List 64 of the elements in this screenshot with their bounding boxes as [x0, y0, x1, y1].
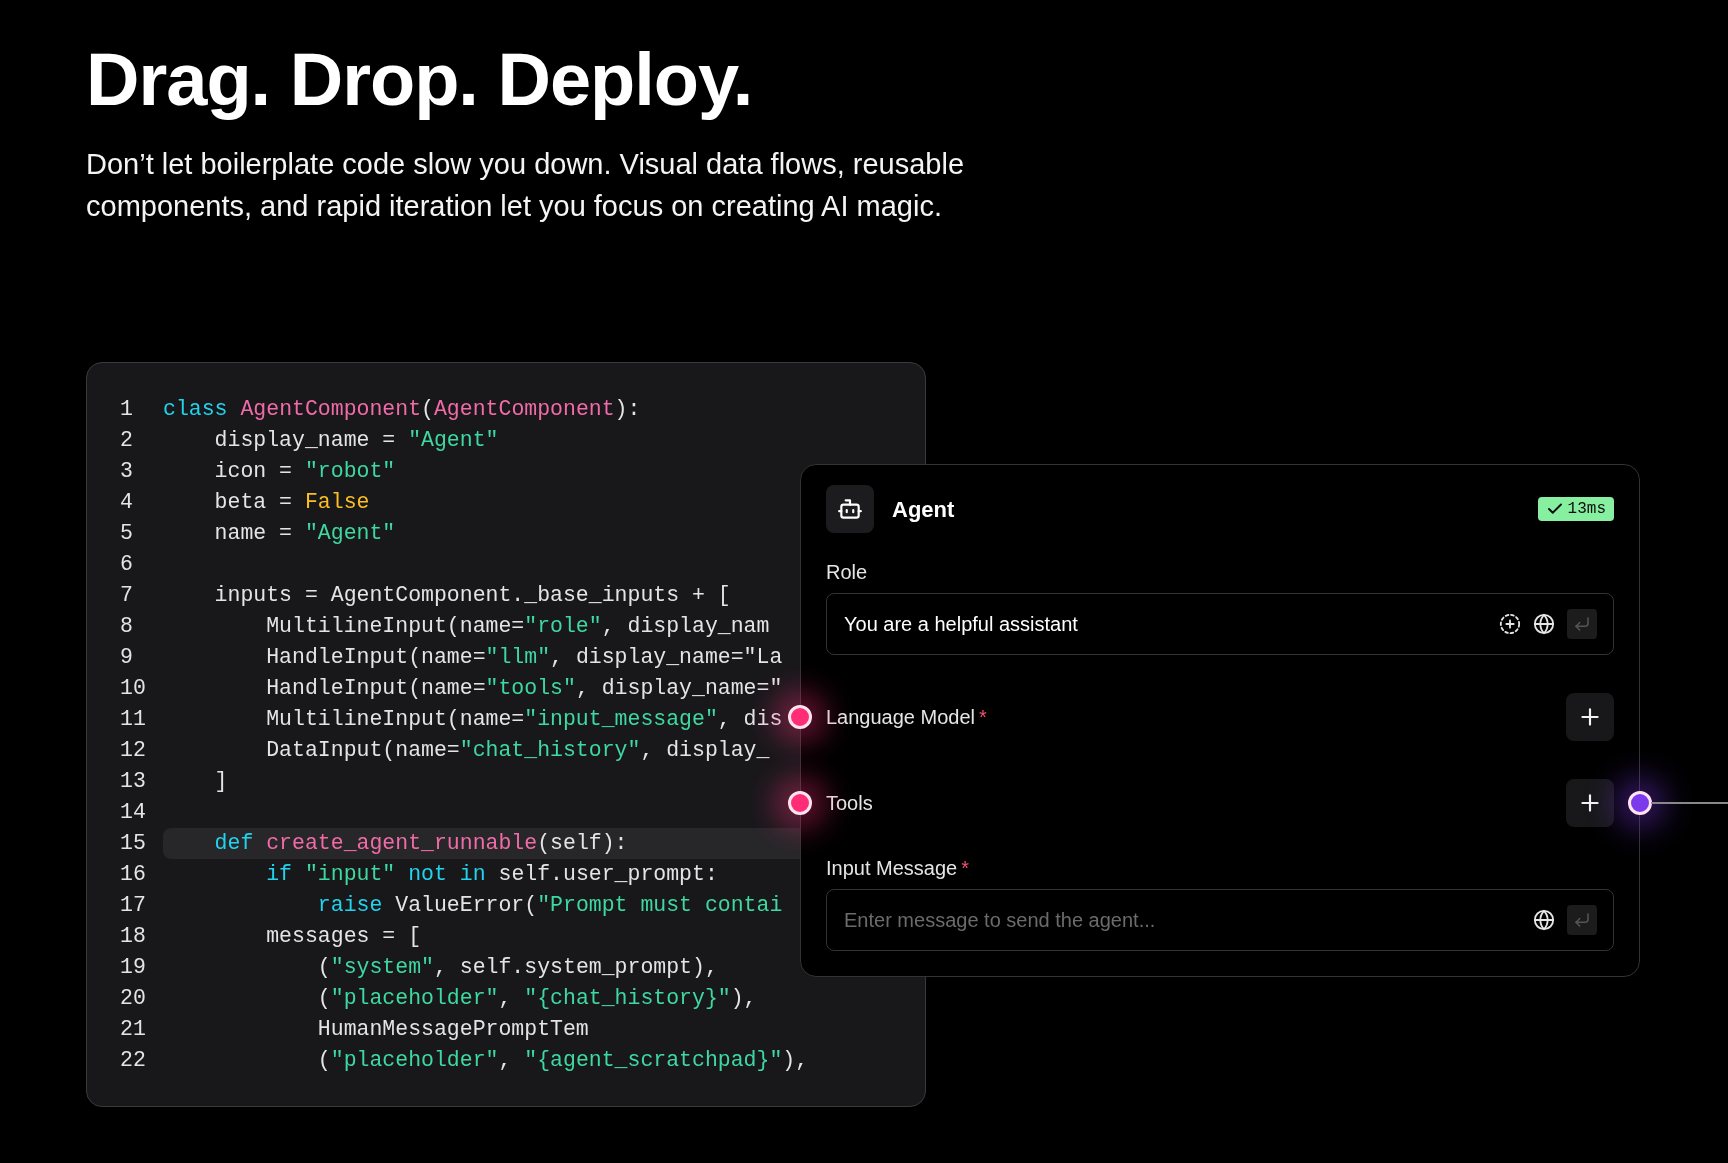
line-number: 19	[120, 954, 147, 982]
code-line: ("placeholder", "{agent_scratchpad}"),	[316, 1047, 809, 1075]
line-number: 21	[120, 1016, 147, 1044]
status-badge: 13ms	[1537, 497, 1614, 521]
line-number: 2	[120, 427, 134, 455]
text-field[interactable]: You are a helpful assistant	[826, 593, 1614, 655]
line-number: 10	[120, 675, 147, 703]
field-label: Role	[826, 560, 868, 585]
code-line: ]	[213, 768, 228, 796]
line-number: 9	[120, 644, 134, 672]
line-number: 12	[120, 737, 147, 765]
code-line: display_name = "Agent"	[213, 427, 499, 455]
line-number: 16	[120, 861, 147, 889]
line-number: 4	[120, 489, 134, 517]
globe-icon[interactable]	[1533, 613, 1555, 635]
globe-icon[interactable]	[1533, 909, 1555, 931]
enter-icon	[1573, 911, 1591, 929]
code-line: beta = False	[213, 489, 370, 517]
code-line: icon = "robot"	[213, 458, 396, 486]
line-number: 5	[120, 520, 134, 548]
line-number: 3	[120, 458, 134, 486]
code-line: name = "Agent"	[213, 520, 396, 548]
field-label: Input Message	[826, 856, 958, 881]
node-title: Agent	[892, 495, 956, 524]
code-line: def create_agent_runnable(self):	[213, 830, 628, 858]
line-number: 8	[120, 613, 134, 641]
code-line: raise ValueError("Prompt must contai	[316, 892, 783, 920]
code-line: HandleInput(name="tools", display_name="	[265, 675, 783, 703]
page-heading: Drag. Drop. Deploy.	[86, 37, 754, 123]
code-line: ("system", self.system_prompt),	[316, 954, 718, 982]
text-field[interactable]: Enter message to send the agent...	[826, 889, 1614, 951]
required-mark: *	[979, 705, 987, 730]
code-line: inputs = AgentComponent._base_inputs + [	[213, 582, 731, 610]
line-number: 6	[120, 551, 134, 579]
text-input[interactable]: Enter message to send the agent...	[844, 900, 1521, 940]
code-line: MultilineInput(name="input_message", dis	[265, 706, 783, 734]
dashed-plus-circle-icon[interactable]	[1499, 613, 1521, 635]
line-number: 17	[120, 892, 147, 920]
add-button[interactable]	[1566, 693, 1614, 741]
text-input[interactable]: You are a helpful assistant	[844, 604, 1487, 644]
line-number: 11	[120, 706, 147, 734]
code-line: messages = [	[265, 923, 422, 951]
enter-icon	[1573, 615, 1591, 633]
line-number: 14	[120, 799, 147, 827]
code-line: ("placeholder", "{chat_history}"),	[316, 985, 757, 1013]
line-number: 18	[120, 923, 147, 951]
input-label: Tools	[826, 791, 873, 816]
line-number: 15	[120, 830, 147, 858]
code-line: class AgentComponent(AgentComponent):	[163, 396, 641, 424]
required-mark: *	[961, 856, 969, 881]
line-number: 13	[120, 768, 147, 796]
page-description: Don’t let boilerplate code slow you down. Visual data flows, reusable components, and rapid iteration let you focus on creating AI magic.	[86, 146, 966, 224]
input-label: Language Model	[826, 705, 975, 730]
line-number: 22	[120, 1047, 147, 1075]
line-number: 1	[120, 396, 134, 424]
code-line: MultilineInput(name="role", display_nam	[265, 613, 770, 641]
robot-icon	[826, 485, 874, 533]
code-line: HandleInput(name="llm", display_name="La	[265, 644, 783, 672]
add-button[interactable]	[1566, 779, 1614, 827]
line-number: 7	[120, 582, 134, 610]
code-line: HumanMessagePromptTem	[316, 1016, 589, 1044]
code-line: DataInput(name="chat_history", display_	[265, 737, 770, 765]
code-line: if "input" not in self.user_prompt:	[265, 861, 718, 889]
line-number: 20	[120, 985, 147, 1013]
